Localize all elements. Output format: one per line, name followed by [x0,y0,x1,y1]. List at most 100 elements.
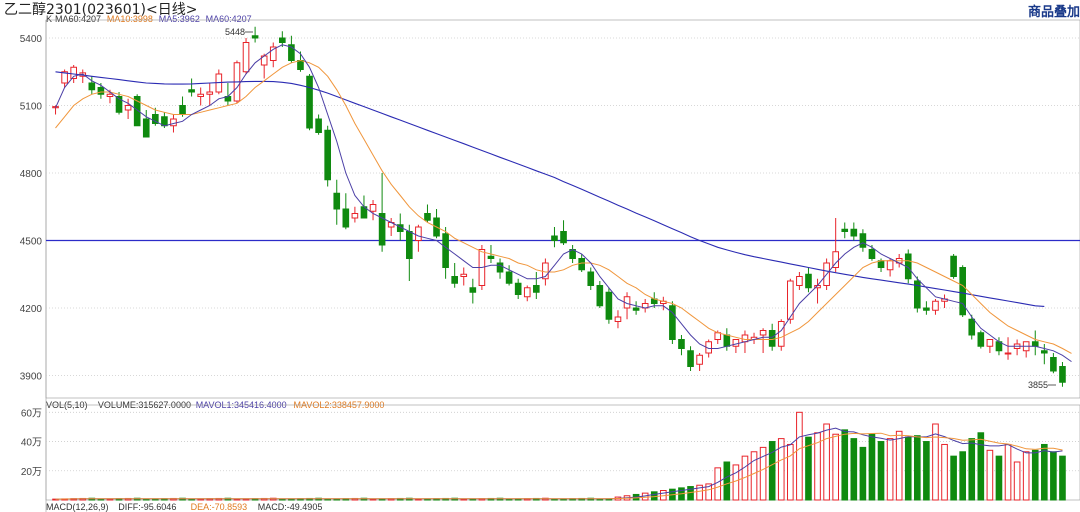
legend-entry: MA5:3962 [159,14,200,24]
volume-bar [832,433,839,501]
volume-bar [505,498,513,501]
candle-body [868,249,876,259]
macd-legend: MACD(12,26,9) DIFF:-95.6046 DEA:-70.8593 MA… [46,502,322,512]
volume-tick-label: 20万 [21,467,42,478]
candle-body [605,291,613,320]
volume-tick-label: 60万 [21,408,42,419]
candle-body [442,233,449,268]
volume-bar [596,498,604,501]
price-frame [45,19,1080,399]
volume-bar [768,441,776,501]
candle-body [759,330,767,336]
volume-tick-label: 40万 [21,438,42,449]
candle-body [523,287,531,298]
candle-body [1050,357,1057,372]
volume-bar [750,451,758,501]
volume-bar [233,498,241,501]
candle-body [768,330,776,347]
volume-bar [941,443,948,501]
volume-bar [415,498,422,501]
candle-body [306,75,313,129]
candle-body [315,118,322,133]
volume-bar [369,498,377,501]
legend-entry: MACD:-49.4905 [258,502,323,512]
volume-bar [968,438,976,501]
candle-body [170,118,177,127]
price-tick-label: 4800 [20,169,43,180]
candle-body [106,93,114,97]
chart-canvas: 乙二醇2301(023601)<日线> 商品叠加 K MA60:4207 MA10:… [4,1,1080,512]
candle-body [242,42,250,73]
candle-body [97,87,105,95]
volume-bar [823,423,830,501]
legend-entry: DEA:-70.8593 [191,502,248,512]
volume-bar [1059,455,1066,501]
candle-body [1059,366,1066,383]
volume-bar [551,498,558,501]
ma10-line [55,59,1072,354]
volume-bar [188,498,195,501]
candle-body [923,307,930,311]
volume-bar [895,430,903,501]
candle-body [777,321,785,347]
candle-body [805,273,812,289]
candle-body [496,262,504,273]
candle-body [596,285,604,307]
volume-bar [841,429,849,501]
legend-entry: MA10:3998 [107,14,153,24]
candle-body [514,282,522,295]
volume-bar [977,432,985,501]
overlay-commodity-button[interactable]: 商品叠加 [1028,4,1080,20]
volume-bar [460,498,468,501]
candle-body [142,118,150,138]
candle-body [460,273,468,277]
candle-body [796,276,803,286]
indicator-letter: K [46,14,52,24]
candle-body [505,271,513,284]
volume-bar [886,438,894,501]
price-tick-label: 3900 [20,372,43,383]
candle-body [632,307,640,311]
price-tick-label: 4500 [20,237,43,248]
candle-body [324,129,331,181]
volume-bar [1041,443,1048,501]
candle-body [587,271,595,286]
volume-bar [923,441,930,501]
high-price-label: 5448 [225,27,245,37]
candle-body [678,339,685,349]
volume-bar [796,411,803,501]
candle-body [551,235,558,241]
candle-body [732,339,740,347]
volume-bar [959,451,966,501]
candle-body [333,192,341,210]
candle-body [351,213,359,219]
price-legend: K MA60:4207 MA10:3998 MA5:3962 MA60:4207 [46,14,252,24]
price-panel: 3900 4200 4500 4800 5100 5400 [20,19,1080,512]
candle-body [1041,350,1048,354]
candle-body [741,334,749,343]
candle-body [859,233,867,248]
volume-bar [850,438,858,501]
candle-body [369,204,377,212]
volume-bar [950,455,957,501]
candle-body [977,332,985,347]
volume-bar [279,498,286,501]
candle-body [687,350,694,367]
candle-body [533,285,540,293]
candle-body [251,35,259,39]
volume-bar [995,455,1003,501]
volume-panel: 20万 40万 60万 [21,404,1080,501]
price-tick-label: 5100 [20,102,43,113]
volume-bar [914,435,921,501]
candle-body [179,105,186,115]
candle-body [124,105,132,111]
candle-body [841,228,849,232]
candle-body [206,91,214,95]
candle-body [469,287,477,293]
volume-bar [714,467,722,501]
candle-body [1004,352,1012,355]
candle-body [850,228,858,237]
candle-body [424,213,431,221]
candle-body [88,82,96,91]
candle-body [188,89,195,93]
